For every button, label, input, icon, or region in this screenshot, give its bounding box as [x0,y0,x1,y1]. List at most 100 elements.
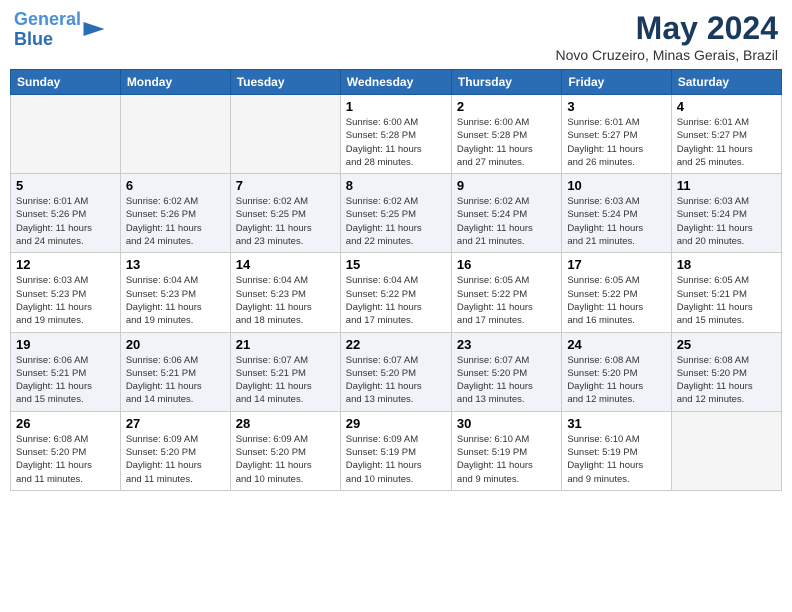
day-info: Sunrise: 6:02 AM Sunset: 5:26 PM Dayligh… [126,195,225,248]
table-row: 4 Sunrise: 6:01 AM Sunset: 5:27 PM Daylig… [671,95,781,174]
table-row: 29Sunrise: 6:09 AM Sunset: 5:19 PM Dayli… [340,411,451,490]
day-info: Sunrise: 6:07 AM Sunset: 5:20 PM Dayligh… [346,354,446,407]
table-row: 13 Sunrise: 6:04 AM Sunset: 5:23 PM Dayli… [120,253,230,332]
table-row: 15 Sunrise: 6:04 AM Sunset: 5:22 PM Dayli… [340,253,451,332]
day-info: Sunrise: 6:08 AM Sunset: 5:20 PM Dayligh… [677,354,776,407]
table-row: 7 Sunrise: 6:02 AM Sunset: 5:25 PM Daylig… [230,174,340,253]
day-number: 19 [16,337,115,352]
table-row: 3 Sunrise: 6:01 AM Sunset: 5:27 PM Daylig… [562,95,671,174]
day-info: Sunrise: 6:06 AM Sunset: 5:21 PM Dayligh… [16,354,115,407]
day-number: 17 [567,257,665,272]
day-info: Sunrise: 6:10 AM Sunset: 5:19 PM Dayligh… [567,433,665,486]
day-info: Sunrise: 6:07 AM Sunset: 5:20 PM Dayligh… [457,354,556,407]
table-row: 9 Sunrise: 6:02 AM Sunset: 5:24 PM Daylig… [451,174,561,253]
day-number: 25 [677,337,776,352]
table-row: 6 Sunrise: 6:02 AM Sunset: 5:26 PM Daylig… [120,174,230,253]
day-info: Sunrise: 6:09 AM Sunset: 5:20 PM Dayligh… [236,433,335,486]
day-number: 10 [567,178,665,193]
table-row: 18Sunrise: 6:05 AM Sunset: 5:21 PM Dayli… [671,253,781,332]
logo-text: General Blue [14,10,81,50]
day-number: 6 [126,178,225,193]
day-number: 18 [677,257,776,272]
table-row: 17 Sunrise: 6:05 AM Sunset: 5:22 PM Dayli… [562,253,671,332]
page-header: General Blue May 2024 Novo Cruzeiro, Min… [10,10,782,63]
day-number: 8 [346,178,446,193]
col-saturday: Saturday [671,70,781,95]
day-number: 5 [16,178,115,193]
day-info: Sunrise: 6:03 AM Sunset: 5:24 PM Dayligh… [567,195,665,248]
day-number: 7 [236,178,335,193]
calendar-week-row: 19 Sunrise: 6:06 AM Sunset: 5:21 PM Dayli… [11,332,782,411]
table-row: 8 Sunrise: 6:02 AM Sunset: 5:25 PM Daylig… [340,174,451,253]
day-number: 16 [457,257,556,272]
col-wednesday: Wednesday [340,70,451,95]
table-row: 2 Sunrise: 6:00 AM Sunset: 5:28 PM Daylig… [451,95,561,174]
day-info: Sunrise: 6:06 AM Sunset: 5:21 PM Dayligh… [126,354,225,407]
day-number: 1 [346,99,446,114]
day-info: Sunrise: 6:08 AM Sunset: 5:20 PM Dayligh… [16,433,115,486]
day-info: Sunrise: 6:04 AM Sunset: 5:22 PM Dayligh… [346,274,446,327]
table-row: 21 Sunrise: 6:07 AM Sunset: 5:21 PM Dayli… [230,332,340,411]
table-row: 30 Sunrise: 6:10 AM Sunset: 5:19 PM Dayli… [451,411,561,490]
table-row: 26Sunrise: 6:08 AM Sunset: 5:20 PM Dayli… [11,411,121,490]
day-number: 9 [457,178,556,193]
logo-line2: Blue [14,29,53,49]
day-info: Sunrise: 6:05 AM Sunset: 5:22 PM Dayligh… [457,274,556,327]
day-number: 21 [236,337,335,352]
day-number: 14 [236,257,335,272]
day-number: 4 [677,99,776,114]
table-row: 10 Sunrise: 6:03 AM Sunset: 5:24 PM Dayli… [562,174,671,253]
table-row: 20Sunrise: 6:06 AM Sunset: 5:21 PM Dayli… [120,332,230,411]
col-tuesday: Tuesday [230,70,340,95]
table-row [230,95,340,174]
table-row [120,95,230,174]
logo: General Blue [14,10,105,50]
day-info: Sunrise: 6:02 AM Sunset: 5:24 PM Dayligh… [457,195,556,248]
day-number: 27 [126,416,225,431]
table-row: 19 Sunrise: 6:06 AM Sunset: 5:21 PM Dayli… [11,332,121,411]
table-row: 5Sunrise: 6:01 AM Sunset: 5:26 PM Daylig… [11,174,121,253]
day-info: Sunrise: 6:07 AM Sunset: 5:21 PM Dayligh… [236,354,335,407]
table-row: 28Sunrise: 6:09 AM Sunset: 5:20 PM Dayli… [230,411,340,490]
logo-arrow-icon [83,22,105,36]
calendar-header-row: Sunday Monday Tuesday Wednesday Thursday… [11,70,782,95]
table-row: 23 Sunrise: 6:07 AM Sunset: 5:20 PM Dayli… [451,332,561,411]
day-info: Sunrise: 6:05 AM Sunset: 5:22 PM Dayligh… [567,274,665,327]
day-number: 13 [126,257,225,272]
table-row [11,95,121,174]
subtitle: Novo Cruzeiro, Minas Gerais, Brazil [555,47,778,63]
logo-line1: General [14,9,81,29]
table-row: 12Sunrise: 6:03 AM Sunset: 5:23 PM Dayli… [11,253,121,332]
calendar-week-row: 1 Sunrise: 6:00 AM Sunset: 5:28 PM Daylig… [11,95,782,174]
day-info: Sunrise: 6:00 AM Sunset: 5:28 PM Dayligh… [346,116,446,169]
day-number: 29 [346,416,446,431]
day-number: 2 [457,99,556,114]
day-info: Sunrise: 6:04 AM Sunset: 5:23 PM Dayligh… [126,274,225,327]
day-number: 3 [567,99,665,114]
table-row: 14 Sunrise: 6:04 AM Sunset: 5:23 PM Dayli… [230,253,340,332]
table-row: 27Sunrise: 6:09 AM Sunset: 5:20 PM Dayli… [120,411,230,490]
calendar-table: Sunday Monday Tuesday Wednesday Thursday… [10,69,782,491]
day-info: Sunrise: 6:03 AM Sunset: 5:23 PM Dayligh… [16,274,115,327]
title-block: May 2024 Novo Cruzeiro, Minas Gerais, Br… [555,10,778,63]
day-number: 23 [457,337,556,352]
table-row [671,411,781,490]
main-title: May 2024 [555,10,778,47]
day-info: Sunrise: 6:02 AM Sunset: 5:25 PM Dayligh… [346,195,446,248]
day-info: Sunrise: 6:03 AM Sunset: 5:24 PM Dayligh… [677,195,776,248]
day-info: Sunrise: 6:04 AM Sunset: 5:23 PM Dayligh… [236,274,335,327]
day-info: Sunrise: 6:01 AM Sunset: 5:27 PM Dayligh… [677,116,776,169]
day-number: 15 [346,257,446,272]
day-info: Sunrise: 6:01 AM Sunset: 5:27 PM Dayligh… [567,116,665,169]
table-row: 24Sunrise: 6:08 AM Sunset: 5:20 PM Dayli… [562,332,671,411]
col-monday: Monday [120,70,230,95]
table-row: 31Sunrise: 6:10 AM Sunset: 5:19 PM Dayli… [562,411,671,490]
calendar-week-row: 12Sunrise: 6:03 AM Sunset: 5:23 PM Dayli… [11,253,782,332]
day-info: Sunrise: 6:00 AM Sunset: 5:28 PM Dayligh… [457,116,556,169]
day-info: Sunrise: 6:10 AM Sunset: 5:19 PM Dayligh… [457,433,556,486]
day-number: 30 [457,416,556,431]
table-row: 25 Sunrise: 6:08 AM Sunset: 5:20 PM Dayli… [671,332,781,411]
day-info: Sunrise: 6:02 AM Sunset: 5:25 PM Dayligh… [236,195,335,248]
day-number: 22 [346,337,446,352]
table-row: 16 Sunrise: 6:05 AM Sunset: 5:22 PM Dayli… [451,253,561,332]
